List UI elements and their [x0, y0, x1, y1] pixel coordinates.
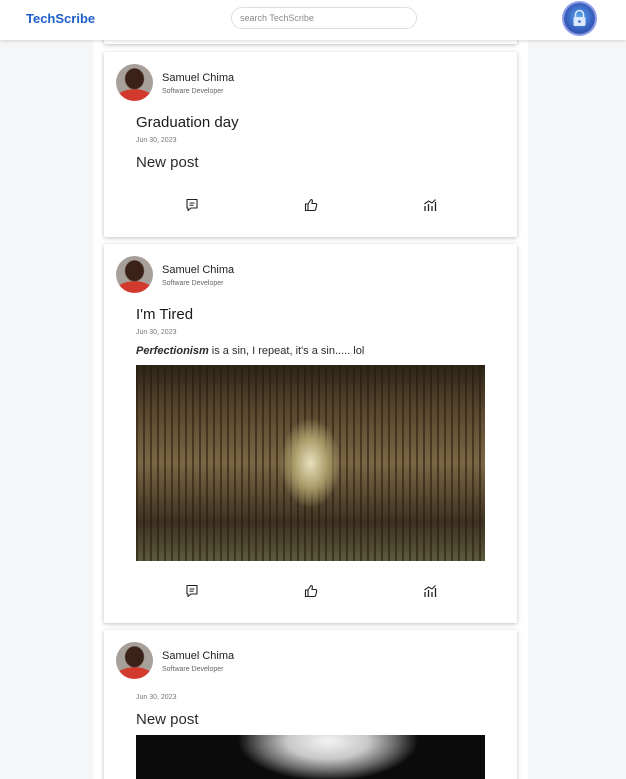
post-image[interactable]: [136, 735, 485, 779]
post-date: Jun 30, 2023: [136, 694, 177, 701]
stats-button[interactable]: [421, 196, 439, 214]
portrait-photo: [136, 735, 485, 779]
lock-icon: [573, 9, 586, 26]
like-button[interactable]: [302, 196, 320, 214]
post-feed: Samuel Chima Software Developer Graduati…: [93, 40, 528, 779]
comment-button[interactable]: [183, 196, 201, 214]
post-card: Samuel Chima Software Developer Graduati…: [104, 52, 517, 237]
comment-button[interactable]: [183, 582, 201, 600]
like-button[interactable]: [302, 582, 320, 600]
post-card: Samuel Chima Software Developer I'm Tire…: [104, 244, 517, 623]
post-body: New post: [136, 711, 199, 728]
post-date: Jun 30, 2023: [136, 137, 177, 144]
author-name[interactable]: Samuel Chima: [162, 264, 234, 276]
post-title[interactable]: Graduation day: [136, 114, 239, 131]
author-name[interactable]: Samuel Chima: [162, 72, 234, 84]
post-title[interactable]: I'm Tired: [136, 306, 193, 323]
author-role: Software Developer: [162, 88, 224, 95]
top-navbar: TechScribe: [0, 0, 626, 40]
profile-avatar[interactable]: [564, 3, 595, 34]
comment-icon: [186, 584, 198, 598]
post-body: Perfectionism is a sin, I repeat, it's a…: [136, 345, 364, 357]
post-image[interactable]: [136, 365, 485, 561]
post-body-emphasis: Perfectionism: [136, 345, 209, 357]
post-body-text: is a sin, I repeat, it's a sin..... lol: [208, 345, 365, 357]
author-role: Software Developer: [162, 280, 224, 287]
comment-icon: [186, 198, 198, 212]
author-name[interactable]: Samuel Chima: [162, 650, 234, 662]
brand-logo[interactable]: TechScribe: [26, 11, 95, 26]
author-role: Software Developer: [162, 666, 224, 673]
author-avatar[interactable]: [116, 64, 153, 101]
search-input[interactable]: [231, 7, 417, 29]
stats-button[interactable]: [421, 582, 439, 600]
post-card: Samuel Chima Software Developer Jun 30, …: [104, 630, 517, 779]
analytics-icon: [424, 199, 437, 211]
author-avatar[interactable]: [116, 256, 153, 293]
thumbs-up-icon: [304, 198, 318, 212]
post-card-previous: [104, 40, 517, 44]
post-body: New post: [136, 154, 199, 171]
author-avatar[interactable]: [116, 642, 153, 679]
thumbs-up-icon: [304, 584, 318, 598]
post-date: Jun 30, 2023: [136, 329, 177, 336]
analytics-icon: [424, 585, 437, 597]
library-photo: [136, 365, 485, 561]
